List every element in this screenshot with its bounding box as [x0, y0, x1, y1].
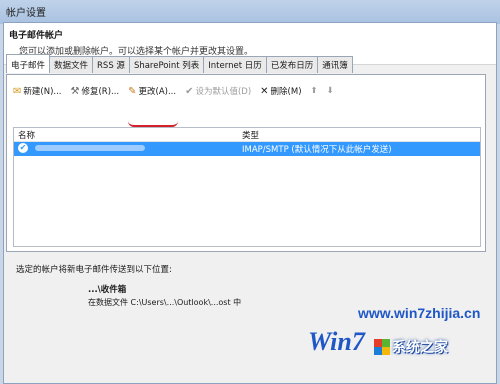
account-list: 名称 类型 ✔ IMAP/SMTP (默认情况下从此帐户发送): [13, 127, 481, 247]
tab-internet-calendar[interactable]: Internet 日历: [203, 56, 267, 73]
delete-button[interactable]: ✕ 删除(M): [260, 85, 302, 98]
list-header: 名称 类型: [14, 128, 480, 142]
site-watermark: www.win7zhijia.cn Win7 系统之家: [300, 305, 496, 383]
change-icon: ✎: [128, 85, 137, 97]
red-annotation-underline: [128, 121, 178, 127]
tab-sharepoint[interactable]: SharePoint 列表: [128, 56, 205, 73]
up-arrow-icon: ⬆: [310, 86, 318, 96]
account-name-cell: ✔: [14, 142, 238, 156]
set-default-button-label: 设为默认值(D): [195, 87, 252, 97]
delete-x-icon: ✕: [260, 85, 269, 97]
account-name-redacted: [34, 144, 145, 151]
tab-address-book[interactable]: 通讯簿: [317, 56, 353, 73]
windows-flag-icon: [374, 339, 390, 355]
watermark-brand: 系统之家: [392, 339, 448, 355]
delivery-data-file: 在数据文件 C:\Users\...\Outlook\...ost 中: [88, 298, 242, 307]
delivery-mailbox: ...\收件箱: [88, 285, 127, 295]
check-circle-icon: ✔: [185, 85, 194, 97]
header-title: 电子邮件帐户: [9, 31, 64, 41]
tab-email[interactable]: 电子邮件: [6, 54, 51, 73]
watermark-logo: Win7: [308, 327, 365, 356]
repair-button-label: 修复(R)...: [81, 87, 120, 97]
new-button[interactable]: ✉ 新建(N)...: [13, 85, 62, 98]
set-default-button[interactable]: ✔ 设为默认值(D): [185, 85, 252, 98]
account-row[interactable]: ✔ IMAP/SMTP (默认情况下从此帐户发送): [14, 142, 480, 156]
tab-strip: 电子邮件 数据文件 RSS 源 SharePoint 列表 Internet 日…: [6, 54, 353, 74]
window-titlebar: 帐户设置: [0, 0, 500, 24]
watermark-url: www.win7zhijia.cn: [358, 305, 481, 321]
change-button-label: 更改(A)...: [138, 87, 177, 97]
down-arrow-icon: ⬇: [326, 86, 334, 96]
email-tab-panel: ✉ 新建(N)... ⚒ 修复(R)... ✎ 更改(A)... ✔ 设为默认值…: [6, 74, 486, 252]
new-mail-icon: ✉: [13, 85, 22, 97]
column-header-name[interactable]: 名称: [14, 128, 238, 141]
repair-button[interactable]: ⚒ 修复(R)...: [70, 85, 120, 98]
column-header-type[interactable]: 类型: [238, 128, 263, 141]
account-type-cell: IMAP/SMTP (默认情况下从此帐户发送): [242, 145, 392, 155]
move-down-button[interactable]: ⬇: [327, 86, 334, 96]
default-check-icon: ✔: [18, 143, 28, 153]
repair-icon: ⚒: [70, 85, 80, 97]
delete-button-label: 删除(M): [270, 87, 302, 97]
delivery-label: 选定的帐户将新电子邮件传送到以下位置:: [16, 265, 172, 275]
tab-published-calendar[interactable]: 已发布日历: [265, 56, 319, 73]
new-button-label: 新建(N)...: [23, 87, 62, 97]
window-title: 帐户设置: [6, 8, 46, 19]
move-up-button[interactable]: ⬆: [311, 86, 318, 96]
account-toolbar: ✉ 新建(N)... ⚒ 修复(R)... ✎ 更改(A)... ✔ 设为默认值…: [13, 82, 343, 100]
tab-rss[interactable]: RSS 源: [92, 56, 130, 73]
change-button[interactable]: ✎ 更改(A)...: [128, 85, 177, 98]
tab-data-files[interactable]: 数据文件: [49, 56, 94, 73]
